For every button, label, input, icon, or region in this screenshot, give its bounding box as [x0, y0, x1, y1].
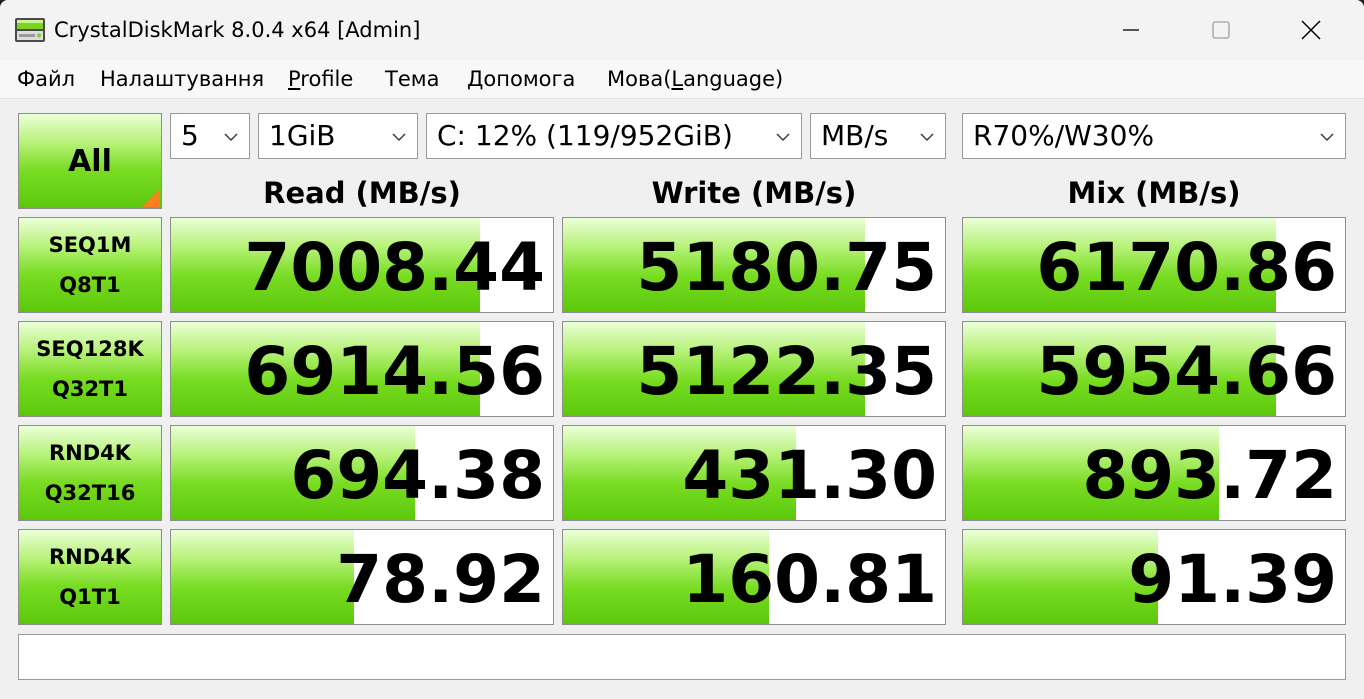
result-value: 91.39	[1128, 541, 1337, 618]
result-value: 5180.75	[636, 229, 937, 306]
result-cell-mix: 5954.66	[962, 321, 1346, 417]
result-cell-read: 694.38	[170, 425, 554, 521]
all-button-corner-marker	[142, 189, 160, 207]
menu-language-pre: Мова(	[607, 67, 672, 91]
row-label-line2: Q32T16	[44, 481, 136, 505]
menu-profile-post: rofile	[300, 67, 354, 91]
result-value: 694.38	[290, 437, 545, 514]
result-value: 893.72	[1082, 437, 1337, 514]
mix-ratio-value: R70%/W30%	[973, 119, 1155, 152]
result-value: 7008.44	[244, 229, 545, 306]
rnd4k-q32t16-button[interactable]: RND4K Q32T16	[18, 425, 162, 521]
menu-profile-accel: P	[288, 67, 301, 91]
result-cell-mix: 893.72	[962, 425, 1346, 521]
rnd4k-q1t1-button[interactable]: RND4K Q1T1	[18, 529, 162, 625]
result-value: 6914.56	[244, 333, 545, 410]
result-value: 5954.66	[1036, 333, 1337, 410]
close-icon	[1301, 20, 1321, 40]
result-cell-write: 5180.75	[562, 217, 946, 313]
test-count-value: 5	[181, 119, 199, 152]
all-button[interactable]: All	[18, 113, 162, 209]
test-size-value: 1GiB	[269, 119, 336, 152]
crystaldiskmark-app-icon	[15, 18, 45, 42]
unit-select[interactable]: MB/s	[810, 113, 946, 159]
result-cell-write: 160.81	[562, 529, 946, 625]
result-cell-write: 5122.35	[562, 321, 946, 417]
menu-profile[interactable]: Profile	[288, 66, 353, 92]
drive-value: C: 12% (119/952GiB)	[437, 119, 733, 152]
close-button[interactable]	[1266, 0, 1356, 60]
minimize-button[interactable]	[1086, 0, 1176, 60]
title-bar[interactable]: CrystalDiskMark 8.0.4 x64 [Admin]	[0, 0, 1364, 60]
result-cell-read: 6914.56	[170, 321, 554, 417]
result-cell-mix: 6170.86	[962, 217, 1346, 313]
chevron-down-icon	[392, 133, 406, 141]
chevron-down-icon	[1320, 133, 1334, 141]
window-title: CrystalDiskMark 8.0.4 x64 [Admin]	[54, 18, 421, 42]
menu-language-accel: L	[671, 67, 684, 91]
all-button-label: All	[68, 143, 112, 179]
chevron-down-icon	[224, 133, 238, 141]
result-value: 431.30	[682, 437, 937, 514]
chevron-down-icon	[920, 133, 934, 141]
comment-input[interactable]	[18, 634, 1346, 680]
row-label-line1: SEQ1M	[48, 233, 132, 257]
result-value: 6170.86	[1036, 229, 1337, 306]
row-label-line1: SEQ128K	[36, 337, 144, 361]
chevron-down-icon	[776, 133, 790, 141]
unit-value: MB/s	[821, 119, 889, 152]
main-panel: All 5 1GiB C: 12% (119/952GiB) MB/s R70%…	[0, 99, 1364, 699]
menu-language[interactable]: Мова(Language)	[607, 66, 783, 92]
row-label-line2: Q1T1	[59, 585, 121, 609]
menu-theme[interactable]: Тема	[385, 66, 439, 92]
result-cell-mix: 91.39	[962, 529, 1346, 625]
maximize-icon	[1212, 21, 1230, 39]
result-bar	[171, 530, 355, 624]
test-size-select[interactable]: 1GiB	[258, 113, 418, 159]
menu-file[interactable]: Файл	[17, 66, 75, 92]
write-header: Write (MB/s)	[651, 176, 857, 210]
mix-header: Mix (MB/s)	[1067, 176, 1241, 210]
result-cell-read: 7008.44	[170, 217, 554, 313]
read-header: Read (MB/s)	[263, 176, 461, 210]
result-value: 160.81	[682, 541, 937, 618]
maximize-button[interactable]	[1176, 0, 1266, 60]
menu-bar: Файл Налаштування Profile Тема Допомога …	[0, 60, 1364, 99]
row-label-line1: RND4K	[48, 545, 132, 569]
menu-help[interactable]: Допомога	[467, 66, 575, 92]
row-label-line1: RND4K	[48, 441, 132, 465]
result-cell-write: 431.30	[562, 425, 946, 521]
mix-ratio-select[interactable]: R70%/W30%	[962, 113, 1346, 159]
test-count-select[interactable]: 5	[170, 113, 250, 159]
row-label-line2: Q32T1	[51, 377, 128, 401]
menu-settings[interactable]: Налаштування	[100, 66, 264, 92]
menu-language-post: anguage)	[683, 67, 784, 91]
result-value: 5122.35	[636, 333, 937, 410]
row-label-line2: Q8T1	[59, 273, 121, 297]
result-cell-read: 78.92	[170, 529, 554, 625]
seq128k-q32t1-button[interactable]: SEQ128K Q32T1	[18, 321, 162, 417]
app-window: CrystalDiskMark 8.0.4 x64 [Admin] Файл Н…	[0, 0, 1364, 699]
minimize-icon	[1123, 29, 1139, 31]
drive-select[interactable]: C: 12% (119/952GiB)	[426, 113, 802, 159]
seq1m-q8t1-button[interactable]: SEQ1M Q8T1	[18, 217, 162, 313]
result-value: 78.92	[336, 541, 545, 618]
